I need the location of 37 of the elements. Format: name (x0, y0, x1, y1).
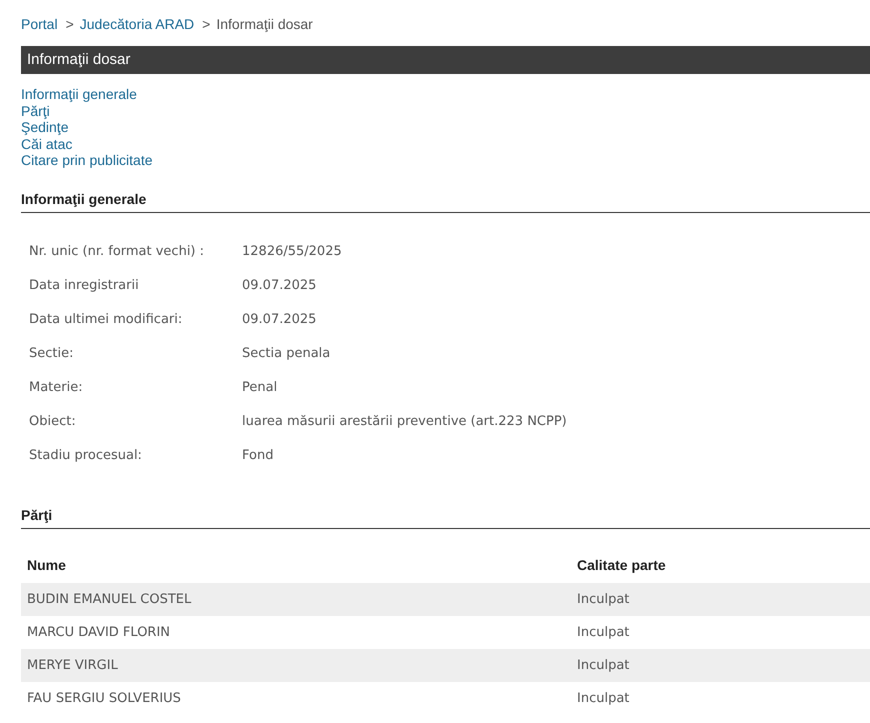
field-value: 12826/55/2025 (242, 244, 342, 259)
table-cell: Inculpat (575, 582, 870, 616)
table-cell: BUDIN EMANUEL COSTEL (21, 582, 575, 616)
section-link[interactable]: Citare prin publicitate (21, 152, 153, 168)
table-cell: MARCU DAVID FLORIN (21, 616, 575, 648)
field-value: 09.07.2025 (242, 278, 316, 293)
breadcrumb-link[interactable]: Judecătoria ARAD (80, 16, 194, 32)
field-label: Sectie: (29, 346, 74, 361)
table-cell: Inculpat (575, 682, 870, 714)
table-cell: Inculpat (575, 616, 870, 648)
field-label: Data ultimei modificari: (29, 312, 184, 327)
field-value: 09.07.2025 (242, 312, 316, 327)
column-header: Nume (26, 556, 67, 574)
section-heading: Părţi (21, 506, 870, 528)
breadcrumb-separator: > (202, 16, 210, 32)
breadcrumb-current: Informaţii dosar (216, 16, 313, 32)
section-link[interactable]: Şedinţe (21, 119, 68, 136)
section-heading: Informaţii generale (21, 190, 870, 212)
field-value: Sectia penala (242, 346, 330, 361)
field-value: Penal (242, 380, 278, 395)
field-label: Stadiu procesual: (29, 448, 143, 463)
field-label: Obiect: (29, 414, 77, 429)
field-value: luarea măsurii arestării preventive (art.223 NCPP) (242, 414, 567, 429)
field-value: Fond (242, 448, 274, 463)
section-link[interactable]: Informaţii generale (21, 86, 137, 102)
table-cell: Inculpat (575, 648, 870, 682)
breadcrumb-separator: > (66, 16, 74, 32)
table-cell: FAU SERGIU SOLVERIUS (21, 682, 575, 714)
section-link[interactable]: Părţi (21, 102, 50, 119)
section-link[interactable]: Căi atac (21, 136, 72, 152)
table-cell: MERYE VIRGIL (21, 648, 575, 682)
field-label: Materie: (29, 380, 84, 395)
column-header: Calitate parte (576, 556, 667, 575)
field-label: Data inregistrarii (29, 278, 140, 293)
field-label: Nr. unic (nr. format vechi) : (29, 244, 206, 259)
breadcrumb-link[interactable]: Portal (21, 16, 58, 32)
page-header: Informaţii dosar (21, 46, 870, 74)
